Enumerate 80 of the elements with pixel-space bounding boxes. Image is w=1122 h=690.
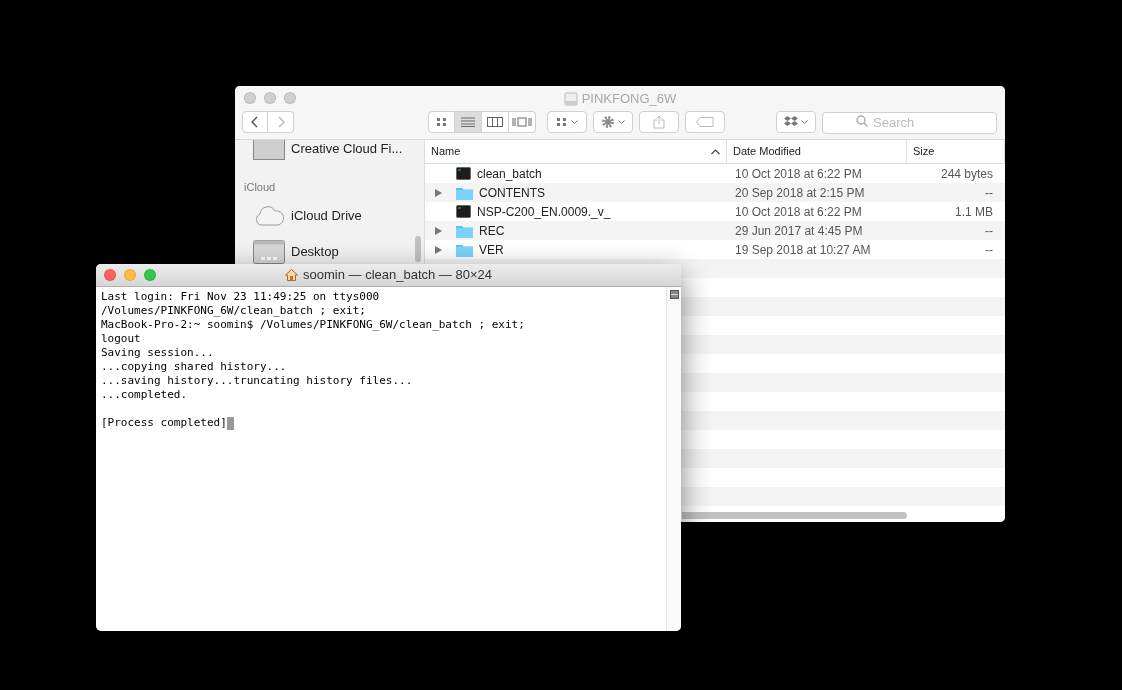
arrange-button[interactable] xyxy=(547,111,587,133)
file-size: -- xyxy=(985,241,993,259)
folder-icon xyxy=(456,223,473,238)
action-button[interactable] xyxy=(593,111,633,133)
sidebar-heading: iCloud xyxy=(244,180,277,195)
view-mode-button[interactable] xyxy=(428,111,455,133)
folder-icon xyxy=(456,242,473,257)
search-field[interactable]: Search xyxy=(822,111,997,134)
date-modified: 20 Sep 2018 at 2:15 PM xyxy=(735,185,865,200)
file-size: 1.1 MB xyxy=(955,203,993,221)
window-title: soomin — clean_batch — 80×24 xyxy=(303,266,492,285)
cloud-icon xyxy=(253,204,285,227)
terminal-line: Saving session... xyxy=(101,346,214,360)
view-mode-button[interactable] xyxy=(482,111,509,133)
forward-button[interactable] xyxy=(268,111,294,133)
terminal-line: ...copying shared history... xyxy=(101,360,287,374)
caret-icon xyxy=(618,119,625,125)
zoom-button[interactable] xyxy=(284,92,296,104)
gear-icon xyxy=(601,115,615,129)
file-size: -- xyxy=(985,222,993,240)
gallery-icon xyxy=(512,117,532,127)
date-modified: 10 Oct 2018 at 6:22 PM xyxy=(735,166,862,181)
share-icon xyxy=(653,115,665,129)
file-size: -- xyxy=(985,184,993,202)
file-name[interactable]: clean_batch xyxy=(477,164,542,183)
date-modified: 29 Jun 2017 at 4:45 PM xyxy=(735,223,863,238)
close-button[interactable] xyxy=(104,269,116,281)
sidebar-item[interactable]: Desktop xyxy=(291,241,339,262)
caret-icon xyxy=(571,119,578,125)
sort-caret-icon xyxy=(711,148,720,155)
terminal-line: [Process completed] xyxy=(101,416,227,430)
share-button[interactable] xyxy=(639,111,679,133)
terminal-file-icon xyxy=(456,167,471,180)
search-icon xyxy=(856,115,868,127)
caret-icon xyxy=(801,119,808,125)
terminal-line: Last login: Fri Nov 23 11:49:25 on ttys000 xyxy=(101,290,380,304)
file-name[interactable]: CONTENTS xyxy=(479,183,545,202)
back-icon xyxy=(251,116,259,128)
terminal-line: ...saving history...truncating history files... xyxy=(101,374,413,388)
tag-button[interactable] xyxy=(685,111,725,133)
folder-icon xyxy=(456,185,473,200)
terminal-line: MacBook-Pro-2:~ soomin$ /Volumes/PINKFONG_6W/clean_batch ; exit; xyxy=(101,318,525,332)
disclosure-triangle-icon[interactable] xyxy=(435,188,442,197)
scrollbar xyxy=(415,236,421,262)
file-size: 244 bytes xyxy=(940,165,993,183)
view-mode-button[interactable] xyxy=(455,111,482,133)
minimize-button[interactable] xyxy=(264,92,276,104)
file-name[interactable]: REC xyxy=(479,221,505,240)
close-button[interactable] xyxy=(244,92,256,104)
column-header[interactable]: Name xyxy=(425,140,727,163)
split-pane-icon[interactable] xyxy=(669,290,679,299)
sidebar-item[interactable]: Creative Cloud Fi... xyxy=(291,140,403,159)
minimize-button[interactable] xyxy=(124,269,136,281)
terminal-line: logout xyxy=(101,332,141,346)
column-header[interactable]: Size xyxy=(907,140,1005,163)
zoom-button[interactable] xyxy=(144,269,156,281)
cursor xyxy=(226,416,234,430)
drive-icon xyxy=(563,91,578,106)
disclosure-triangle-icon[interactable] xyxy=(435,226,442,235)
terminal-file-icon xyxy=(456,205,471,218)
columns-icon xyxy=(487,117,503,127)
icon-grid-icon xyxy=(435,117,448,127)
tag-icon xyxy=(696,117,714,127)
forward-icon xyxy=(276,116,285,128)
back-button[interactable] xyxy=(242,111,268,133)
list-icon xyxy=(461,117,475,127)
terminal-line: /Volumes/PINKFONG_6W/clean_batch ; exit; xyxy=(101,304,366,318)
icon-grid-icon xyxy=(556,117,568,127)
terminal-line: ...completed. xyxy=(101,388,188,402)
date-modified: 19 Sep 2018 at 10:27 AM xyxy=(735,242,871,257)
dropbox-icon xyxy=(784,116,798,128)
home-icon xyxy=(285,269,298,281)
disclosure-triangle-icon[interactable] xyxy=(435,245,442,254)
dropbox-button[interactable] xyxy=(776,111,816,133)
sidebar-item[interactable]: iCloud Drive xyxy=(291,205,362,226)
file-name[interactable]: VER xyxy=(479,240,504,259)
window-title: PINKFONG_6W xyxy=(581,90,677,108)
date-modified: 10 Oct 2018 at 6:22 PM xyxy=(735,204,862,219)
file-name[interactable]: NSP-C200_EN.0009._v_ xyxy=(477,202,611,221)
column-header[interactable]: Date Modified xyxy=(727,140,907,163)
